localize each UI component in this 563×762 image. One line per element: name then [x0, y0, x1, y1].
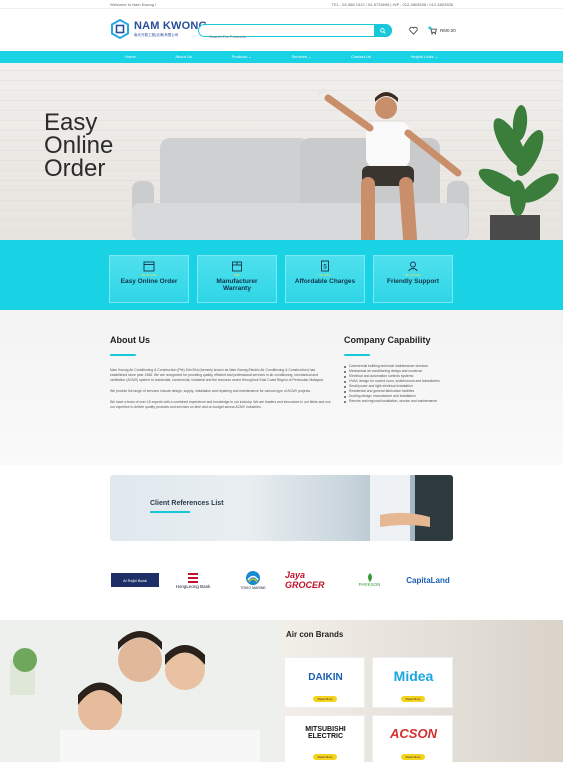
main-nav: Home About Us Products ⌄ Services ⌄ Cont…	[0, 51, 563, 63]
logo-brand-name: NAM KWONG	[134, 19, 208, 32]
brand-card-mitsubishi[interactable]: MITSUBISHI ELECTRIC Read More	[284, 715, 365, 762]
nav-item-contact-us[interactable]: Contact Us	[336, 51, 386, 63]
feature-easy-online-order: We Provide Easy Online Order	[109, 255, 189, 303]
air-con-brands-heading: Air con Brands	[286, 630, 344, 639]
company-capability-heading: Company Capability	[344, 335, 431, 345]
wishlist-heart-icon[interactable]	[409, 26, 418, 35]
about-paragraph: Nam Kwong Air Conditioning & Constructio…	[110, 368, 324, 382]
top-bar: Welcome to Nam Kwong ! TEL : 04-568 1512…	[0, 0, 563, 9]
air-con-brands-section: Air con Brands DAIKIN Read More Midea Re…	[0, 620, 563, 762]
client-logo-al-rajhi[interactable]: Al Rajhi Bank	[110, 565, 160, 595]
money-icon: $	[321, 260, 329, 272]
client-logo-tokio-marine[interactable]: TOKIO MARINE	[228, 565, 278, 595]
client-logos-row: Al Rajhi Bank HongLeong Bank TOKIO MARIN…	[110, 565, 453, 595]
heading-underline	[344, 354, 370, 356]
hongleong-emblem-icon	[188, 572, 198, 583]
tokio-marine-emblem-icon	[246, 571, 260, 585]
read-more-button[interactable]: Read More	[401, 696, 425, 702]
about-paragraph: We provide full range of services includ…	[110, 389, 311, 393]
site-header: NAM KWONG 南光冷氣工程(北海)有限公司 RM0.00	[0, 9, 563, 51]
search-icon	[380, 27, 386, 34]
brand-name: DAIKIN	[308, 672, 343, 683]
support-icon	[408, 261, 418, 272]
about-section: About Us Nam Kwong Air Conditioning & Co…	[0, 310, 563, 465]
search-button[interactable]	[374, 24, 392, 37]
potted-plant-illustration	[478, 105, 559, 240]
company-capability-column: Company Capability Commercial building t…	[344, 335, 454, 404]
calendar-icon	[143, 261, 155, 272]
nav-item-about-us[interactable]: About Us	[160, 51, 206, 63]
title-underline	[150, 511, 190, 513]
logo-subtitle: 南光冷氣工程(北海)有限公司	[134, 32, 179, 37]
client-references-title: Client References List	[150, 500, 224, 507]
man-with-remote-illustration	[318, 88, 462, 240]
nav-item-products[interactable]: Products ⌄	[217, 51, 267, 63]
parkson-leaf-icon	[367, 573, 372, 582]
brand-card-acson[interactable]: ACSON Read More	[372, 715, 453, 762]
client-logo-capitaland[interactable]: CapitaLand	[403, 565, 453, 595]
feature-affordable-charges: $ We Offer Affordable Charges	[285, 255, 365, 303]
about-paragraph: We have a team of over 15 experts with a…	[110, 400, 331, 409]
read-more-button[interactable]: Read More	[313, 754, 337, 760]
logo-hexagon-icon	[111, 19, 129, 39]
cart-amount: RM0.00	[440, 28, 456, 33]
brand-card-midea[interactable]: Midea Read More	[372, 657, 453, 708]
search-input[interactable]	[199, 31, 369, 42]
about-us-heading: About Us	[110, 335, 150, 345]
hero-title: Easy Online Order	[44, 109, 114, 182]
search-bar	[198, 24, 392, 42]
feature-friendly-support: We Provide Friendly Support	[373, 255, 453, 303]
read-more-button[interactable]: Read More	[313, 696, 337, 702]
site-logo[interactable]: NAM KWONG 南光冷氣工程(北海)有限公司	[110, 19, 207, 39]
nav-item-services[interactable]: Services ⌄	[277, 51, 327, 63]
about-us-column: About Us Nam Kwong Air Conditioning & Co…	[110, 335, 332, 410]
client-references-banner[interactable]: Client References List	[110, 475, 453, 541]
nav-item-helpful-links[interactable]: Helpful Links ⌄	[396, 51, 453, 63]
handshake-illustration	[370, 475, 453, 541]
cart-button[interactable]: RM0.00	[428, 26, 456, 35]
brand-name: MITSUBISHI ELECTRIC	[305, 726, 346, 740]
brand-name: Midea	[393, 668, 434, 684]
svg-text:$: $	[323, 265, 327, 271]
al-rajhi-logo-block: Al Rajhi Bank	[111, 573, 159, 587]
family-photo-illustration	[0, 620, 280, 762]
read-more-button[interactable]: Read More	[401, 754, 425, 760]
contact-numbers: TEL : 04-568 1512 / 04-5733696 | H/P : 0…	[331, 2, 453, 7]
welcome-text: Welcome to Nam Kwong !	[110, 2, 157, 7]
features-strip: We Provide Easy Online Order With Manufa…	[0, 240, 563, 310]
cart-icon	[428, 26, 437, 35]
hero-banner: Easy Online Order	[0, 63, 563, 240]
brand-name: ACSON	[390, 726, 437, 741]
feature-manufacturer-warranty: With Manufacturer Warranty	[197, 255, 277, 303]
brand-card-daikin[interactable]: DAIKIN Read More	[284, 657, 365, 708]
capability-list: Commercial building technical maintenanc…	[344, 364, 454, 404]
client-logo-hongleong[interactable]: HongLeong Bank	[168, 565, 218, 595]
client-logo-parkson[interactable]: PARKSON	[347, 565, 392, 595]
list-item: Remote and regional installation, servic…	[344, 399, 454, 404]
client-logo-jaya-grocer[interactable]: Jaya GROCER	[285, 565, 337, 595]
box-icon	[232, 261, 242, 272]
nav-item-home[interactable]: Home	[110, 51, 151, 63]
heading-underline	[110, 354, 136, 356]
